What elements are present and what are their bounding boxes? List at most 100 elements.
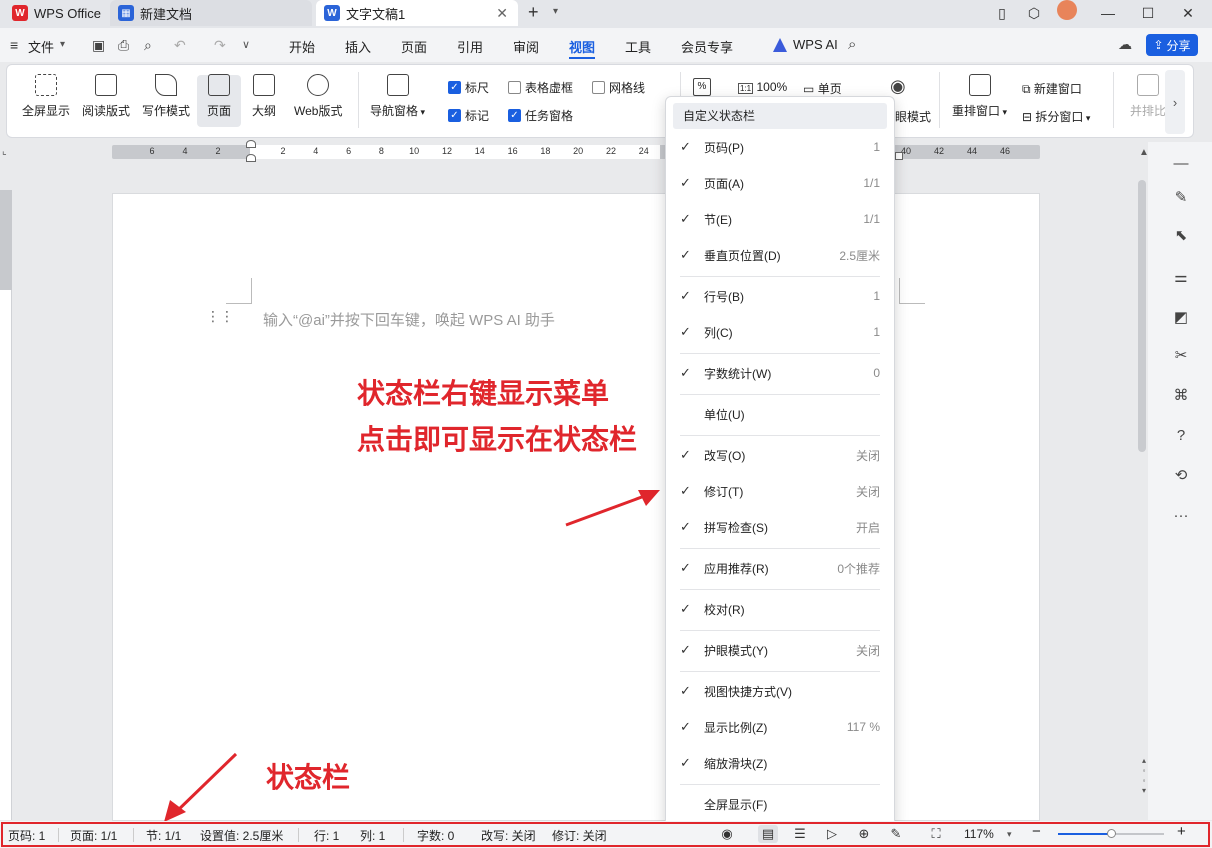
tab-document[interactable]: W 文字文稿1 ✕ bbox=[316, 0, 518, 26]
context-menu-item[interactable]: ✓ 列(C) 1 bbox=[680, 322, 880, 342]
context-menu-item-label: 单位(U) bbox=[704, 407, 745, 422]
vertical-scrollbar-thumb[interactable] bbox=[1138, 180, 1146, 452]
ruler-tick: 10 bbox=[409, 146, 420, 156]
tab-new-document[interactable]: ▦ 新建文档 bbox=[110, 0, 312, 26]
new-window-button[interactable]: ⧉ 新建窗口 bbox=[1022, 80, 1082, 97]
context-menu-item[interactable]: ✓ 页面(A) 1/1 bbox=[680, 173, 880, 193]
tools-icon[interactable]: ✂ bbox=[1170, 344, 1192, 366]
sliders-icon[interactable]: ⚌ bbox=[1170, 266, 1192, 288]
context-menu-item[interactable]: ✓ 改写(O) 关闭 bbox=[680, 445, 880, 465]
checkbox-ruler[interactable]: ✓ 标尺 bbox=[448, 80, 489, 95]
eye-mode-button[interactable]: 眼模式 bbox=[895, 108, 931, 125]
book-map-icon[interactable]: ⌘ bbox=[1170, 384, 1192, 406]
edit-pen-icon[interactable]: ✎ bbox=[1170, 186, 1192, 208]
single-page-icon: ▭ bbox=[803, 82, 815, 96]
refresh-translate-icon[interactable]: ⟲ bbox=[1170, 464, 1192, 486]
search-icon[interactable]: ⌕ bbox=[848, 36, 856, 53]
grid-doc-icon: ▦ bbox=[118, 5, 134, 21]
help-icon[interactable]: ? bbox=[1170, 424, 1192, 446]
hamburger-icon[interactable]: ≡ bbox=[10, 37, 18, 53]
split-window-button[interactable]: ⊟ 拆分窗口 ▾ bbox=[1022, 108, 1090, 125]
chevron-down-icon[interactable]: ▾ bbox=[553, 6, 558, 17]
read-mode-icon bbox=[95, 74, 117, 96]
checkbox-marks[interactable]: ✓ 标记 bbox=[448, 108, 489, 123]
nav-pane-button[interactable]: 导航窗格 ▾ bbox=[370, 74, 425, 119]
window-layout-icon[interactable]: ▯ bbox=[988, 2, 1016, 24]
context-menu-item[interactable]: ✓ 应用推荐(R) 0个推荐 bbox=[680, 558, 880, 578]
more-icon[interactable]: ··· bbox=[1170, 504, 1192, 526]
context-menu-item[interactable]: ✓ 页码(P) 1 bbox=[680, 137, 880, 157]
context-menu-item[interactable]: ✓ 行号(B) 1 bbox=[680, 286, 880, 306]
drag-handle-icon[interactable]: ⋮⋮ bbox=[206, 309, 234, 323]
collapse-sidebar-icon[interactable]: — bbox=[1170, 152, 1192, 174]
write-mode-button[interactable]: 写作模式 bbox=[142, 74, 190, 119]
menu-file[interactable]: 文件 bbox=[28, 37, 54, 55]
context-menu-item[interactable]: ✓ 护眼模式(Y) 关闭 bbox=[680, 640, 880, 660]
print-icon[interactable]: ⎙ bbox=[118, 37, 129, 54]
indent-marker-icon[interactable] bbox=[246, 140, 256, 168]
read-mode-button[interactable]: 阅读版式 bbox=[82, 74, 130, 119]
zoom-100-button[interactable]: 1:1 100% bbox=[738, 80, 787, 94]
ruler-tick: 20 bbox=[573, 146, 584, 156]
checkbox-gridlines[interactable]: 网格线 bbox=[592, 80, 645, 95]
image-style-icon[interactable]: ◩ bbox=[1170, 306, 1192, 328]
context-menu-item[interactable]: ✓ 拼写检查(S) 开启 bbox=[680, 517, 880, 537]
zoom-icon[interactable]: % bbox=[693, 78, 711, 96]
context-menu-item[interactable]: ✓ 垂直页位置(D) 2.5厘米 bbox=[680, 245, 880, 265]
checkbox-table-gridlines[interactable]: 表格虚框 bbox=[508, 80, 573, 95]
minimize-icon[interactable]: — bbox=[1094, 2, 1122, 24]
share-button[interactable]: ⇪ 分享 bbox=[1146, 34, 1198, 56]
menu-insert[interactable]: 插入 bbox=[345, 37, 371, 55]
side-by-side-button[interactable]: 并排比 bbox=[1130, 74, 1166, 119]
context-menu-item-label: 页码(P) bbox=[704, 140, 744, 155]
maximize-icon[interactable]: ☐ bbox=[1134, 2, 1162, 24]
menu-review[interactable]: 审阅 bbox=[513, 37, 539, 55]
outline-view-button[interactable]: 大纲 bbox=[252, 74, 276, 119]
close-window-icon[interactable]: ✕ bbox=[1174, 2, 1202, 24]
context-menu-item[interactable]: ✓ 视图快捷方式(V) bbox=[680, 681, 880, 701]
tab-wps-office[interactable]: W WPS Office bbox=[4, 0, 108, 26]
context-menu-item[interactable]: ✓ 字数统计(W) 0 bbox=[680, 363, 880, 383]
chevron-down-icon[interactable]: ▾ bbox=[60, 39, 65, 50]
redo-icon[interactable]: ↷ bbox=[214, 37, 226, 54]
menu-page[interactable]: 页面 bbox=[401, 37, 427, 55]
margin-corner-top-right bbox=[899, 278, 925, 304]
single-page-button[interactable]: ▭ 单页 bbox=[803, 80, 842, 97]
undo-icon[interactable]: ↶ bbox=[174, 37, 186, 54]
context-menu-item[interactable]: ✓ 修订(T) 关闭 bbox=[680, 481, 880, 501]
web-view-button[interactable]: Web版式 bbox=[294, 74, 342, 119]
cloud-icon[interactable]: ☁ bbox=[1118, 36, 1132, 53]
context-menu-item[interactable]: ✓ 校对(R) bbox=[680, 599, 880, 619]
menu-tools[interactable]: 工具 bbox=[625, 37, 651, 55]
eye-icon[interactable]: ◉ bbox=[890, 76, 906, 97]
checkbox-task-pane[interactable]: ✓ 任务窗格 bbox=[508, 108, 573, 123]
menu-member[interactable]: 会员专享 bbox=[681, 37, 733, 55]
context-menu-item-value: 1/1 bbox=[863, 176, 880, 190]
page-view-button[interactable]: 页面 bbox=[207, 74, 231, 119]
save-icon[interactable]: ▣ bbox=[92, 37, 105, 54]
right-indent-marker-icon[interactable] bbox=[895, 152, 903, 160]
menu-wps-ai[interactable]: WPS AI bbox=[793, 37, 838, 55]
select-cursor-icon[interactable]: ⬉ bbox=[1170, 224, 1192, 246]
print-preview-icon[interactable]: ⌕ bbox=[144, 37, 152, 54]
context-menu-item[interactable]: ✓ 节(E) 1/1 bbox=[680, 209, 880, 229]
rearrange-window-button[interactable]: 重排窗口 ▾ bbox=[952, 74, 1007, 119]
close-tab-icon[interactable]: ✕ bbox=[496, 5, 508, 22]
menu-reference[interactable]: 引用 bbox=[457, 37, 483, 55]
fullscreen-button[interactable]: 全屏显示 bbox=[22, 74, 70, 119]
context-menu-item-value: 1 bbox=[873, 140, 880, 154]
context-menu-item[interactable]: ✓ 显示比例(Z) 117 % bbox=[680, 717, 880, 737]
check-icon: ✓ bbox=[448, 80, 461, 94]
side-by-side-icon bbox=[1137, 74, 1159, 96]
menu-view[interactable]: 视图 bbox=[569, 37, 595, 55]
avatar[interactable] bbox=[1057, 0, 1077, 20]
menu-home[interactable]: 开始 bbox=[289, 37, 315, 55]
cube-icon[interactable]: ⬡ bbox=[1020, 2, 1048, 24]
chevron-down-icon[interactable]: ∨ bbox=[242, 38, 250, 51]
context-menu-item[interactable]: ✓ 缩放滑块(Z) bbox=[680, 753, 880, 773]
context-menu-item[interactable]: 单位(U) bbox=[680, 404, 880, 424]
ai-placeholder-text[interactable]: 输入“@ai”并按下回车键，唤起 WPS AI 助手 bbox=[263, 309, 555, 330]
context-menu-item[interactable]: 全屏显示(F) bbox=[680, 794, 880, 814]
ribbon-scroll-right-icon[interactable]: › bbox=[1165, 70, 1185, 134]
new-tab-icon[interactable]: + bbox=[528, 2, 539, 23]
